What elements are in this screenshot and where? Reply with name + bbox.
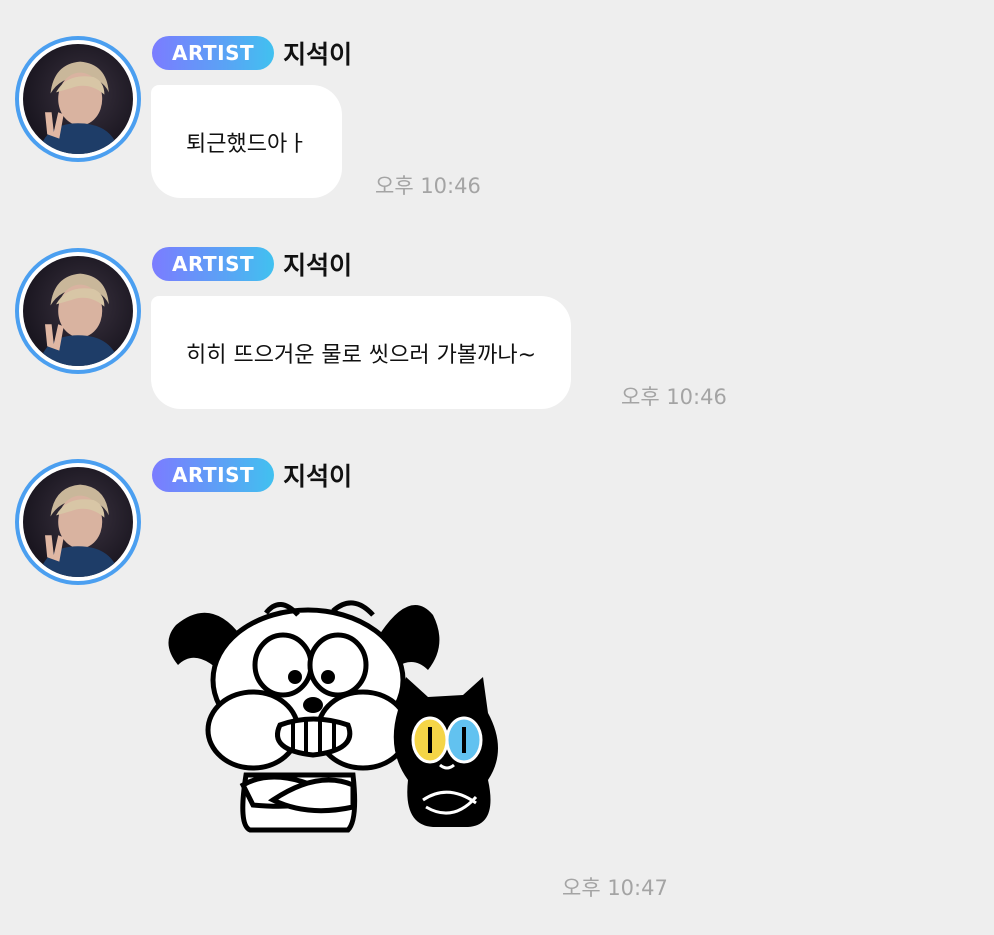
artist-badge: ARTIST	[152, 458, 275, 492]
message-timestamp: 오후 10:47	[562, 876, 668, 900]
sender-row: ARTIST 지석이	[152, 457, 352, 493]
message-timestamp: 오후 10:46	[375, 174, 481, 198]
sender-row: ARTIST 지석이	[152, 246, 352, 282]
message-bubble[interactable]: 퇴근했드아ㅏ	[151, 85, 343, 198]
sender-name[interactable]: 지석이	[283, 246, 352, 282]
message-text: 퇴근했드아ㅏ	[186, 131, 308, 157]
avatar[interactable]	[15, 36, 141, 162]
profile-photo	[23, 467, 133, 577]
avatar[interactable]	[15, 248, 141, 374]
message-timestamp: 오후 10:46	[621, 385, 727, 409]
sender-name[interactable]: 지석이	[283, 457, 352, 493]
artist-badge: ARTIST	[152, 247, 275, 281]
message-bubble[interactable]: 히히 뜨으거운 물로 씻으러 가볼까나~	[151, 296, 572, 409]
dog-and-cat-sticker[interactable]	[158, 585, 538, 835]
sender-name[interactable]: 지석이	[283, 35, 352, 71]
profile-photo	[23, 256, 133, 366]
message-text: 히히 뜨으거운 물로 씻으러 가볼까나~	[186, 342, 537, 368]
profile-photo	[23, 44, 133, 154]
artist-badge: ARTIST	[152, 36, 275, 70]
avatar[interactable]	[15, 459, 141, 585]
sender-row: ARTIST 지석이	[152, 35, 352, 71]
